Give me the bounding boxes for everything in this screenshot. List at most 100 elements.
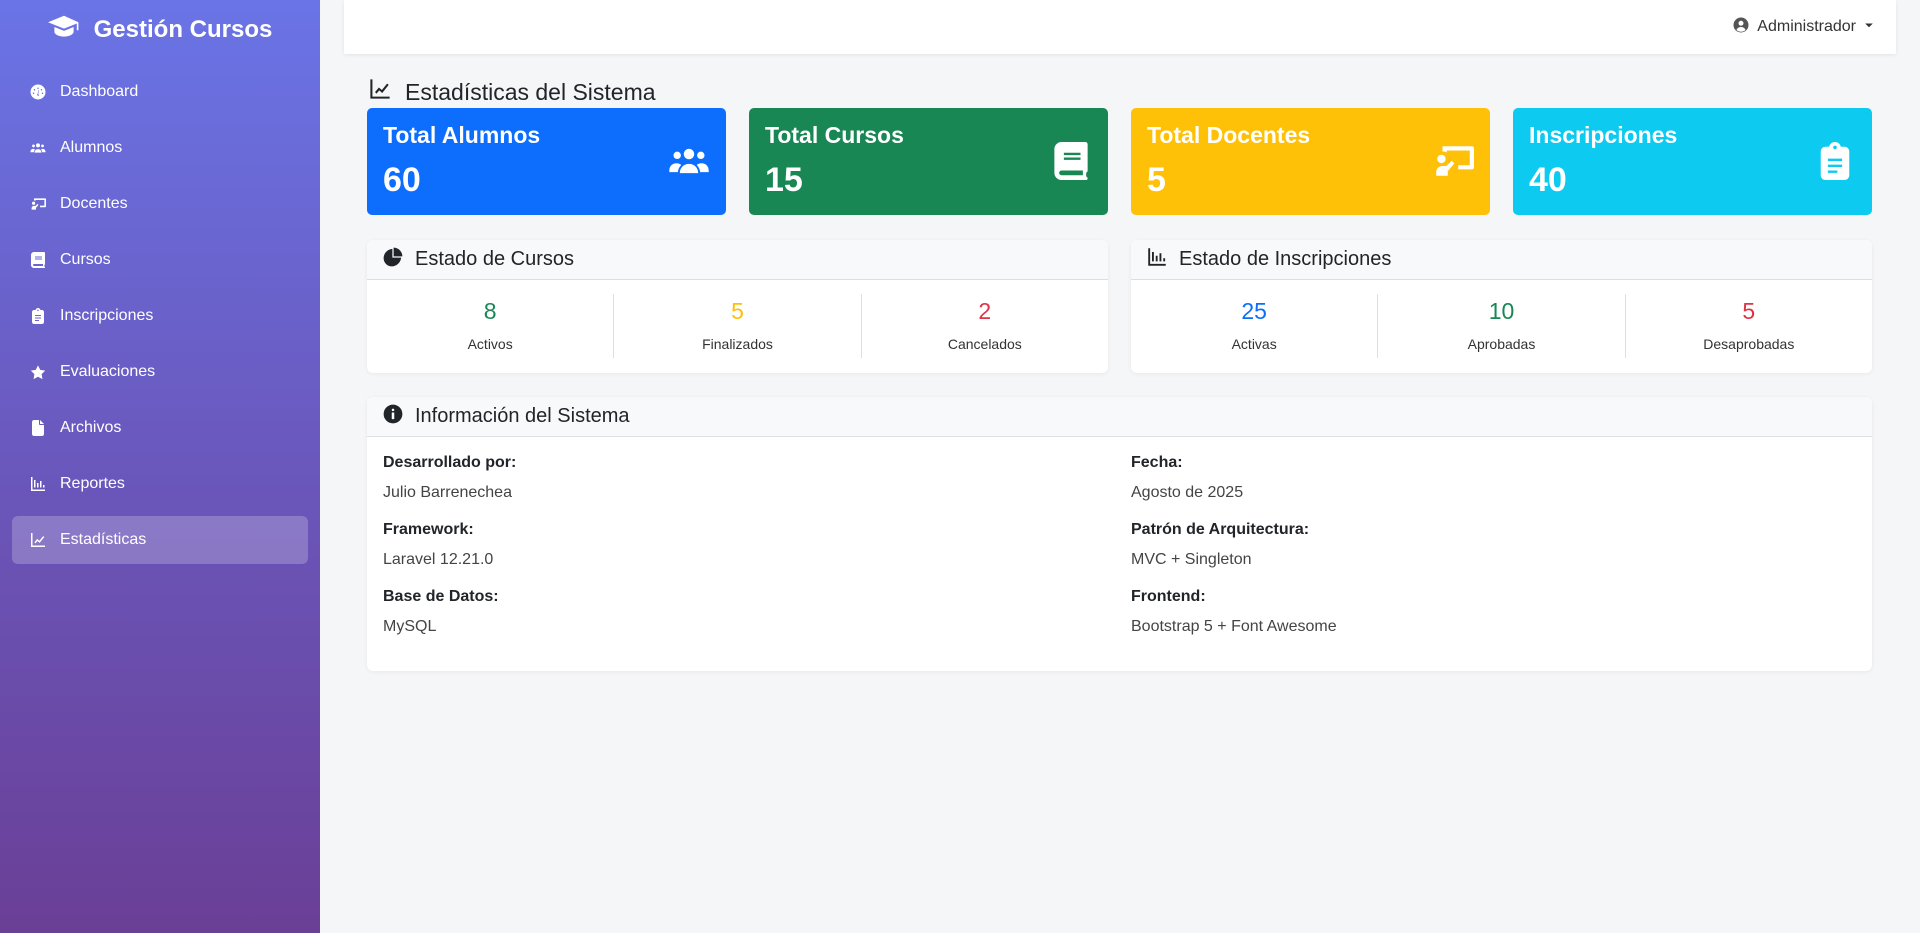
book-icon xyxy=(1050,142,1092,180)
info-key: Frontend: xyxy=(1131,588,1206,605)
panel-header: Información del Sistema xyxy=(367,397,1872,437)
user-menu[interactable]: Administrador xyxy=(1733,17,1874,38)
dashboard-icon xyxy=(28,83,48,101)
caret-down-icon xyxy=(1864,18,1874,37)
status-activas: 25 Activas xyxy=(1131,294,1379,358)
sidebar-item-label: Inscripciones xyxy=(60,307,154,324)
panel-estado-cursos: Estado de Cursos 8 Activos 5 Finalizados… xyxy=(367,240,1108,373)
sidebar-item-estadisticas[interactable]: Estadísticas xyxy=(12,516,308,564)
sidebar-item-label: Estadísticas xyxy=(60,531,147,548)
sidebar-item-archivos[interactable]: Archivos xyxy=(12,404,308,452)
line-chart-icon xyxy=(28,531,48,549)
page-title-text: Estadísticas del Sistema xyxy=(405,78,656,105)
info-value: Agosto de 2025 xyxy=(1131,484,1244,501)
info-circle-icon xyxy=(383,404,403,430)
info-value: MVC + Singleton xyxy=(1131,551,1252,568)
stat-card-alumnos: Total Alumnos 60 xyxy=(367,108,726,215)
sidebar-item-alumnos[interactable]: Alumnos xyxy=(12,124,308,172)
panel-header: Estado de Inscripciones xyxy=(1131,240,1872,280)
pie-chart-icon xyxy=(383,247,403,273)
sidebar-item-label: Cursos xyxy=(60,251,111,268)
info-key: Base de Datos: xyxy=(383,588,499,605)
sidebar-item-dashboard[interactable]: Dashboard xyxy=(12,68,308,116)
sidebar-item-label: Archivos xyxy=(60,419,122,436)
info-value: Laravel 12.21.0 xyxy=(383,551,494,568)
info-item: Base de Datos: MySQL xyxy=(383,587,1131,654)
sidebar-item-label: Evaluaciones xyxy=(60,363,156,380)
stat-card-value: 60 xyxy=(383,161,421,199)
status-desaprobadas: 5 Desaprobadas xyxy=(1626,294,1872,358)
status-aprobadas: 10 Aprobadas xyxy=(1378,294,1626,358)
brand[interactable]: Gestión Cursos xyxy=(0,0,320,60)
status-value: 5 xyxy=(731,298,744,324)
stat-card-value: 5 xyxy=(1147,161,1166,199)
panel-title: Estado de Cursos xyxy=(415,248,574,270)
teacher-icon xyxy=(1432,142,1474,180)
status-value: 10 xyxy=(1488,298,1515,324)
stat-card-label: Total Alumnos xyxy=(383,122,541,148)
status-cancelados: 2 Cancelados xyxy=(862,294,1108,358)
stat-card-cursos: Total Cursos 15 xyxy=(749,108,1108,215)
info-key: Fecha: xyxy=(1131,454,1183,471)
bar-chart-icon xyxy=(1147,247,1167,273)
teacher-icon xyxy=(28,195,48,213)
status-value: 5 xyxy=(1742,298,1756,324)
sidebar: Gestión Cursos Dashboard Alumnos Docente… xyxy=(0,0,320,933)
info-key: Desarrollado por: xyxy=(383,454,517,471)
status-label: Activas xyxy=(1231,336,1277,352)
stat-card-label: Total Cursos xyxy=(765,122,904,148)
status-value: 2 xyxy=(978,298,992,324)
clipboard-icon xyxy=(28,307,48,325)
book-icon xyxy=(28,251,48,269)
info-value: MySQL xyxy=(383,618,437,635)
info-item: Desarrollado por: Julio Barrenechea xyxy=(383,453,1131,520)
users-icon xyxy=(668,142,710,180)
panel-title: Estado de Inscripciones xyxy=(1179,248,1392,270)
info-item: Frontend: Bootstrap 5 + Font Awesome xyxy=(1131,587,1856,654)
sidebar-item-cursos[interactable]: Cursos xyxy=(12,236,308,284)
bar-chart-icon xyxy=(28,475,48,493)
status-row: 8 Activos 5 Finalizados 2 Cancelados xyxy=(367,280,1108,358)
star-icon xyxy=(28,363,48,381)
status-value: 8 xyxy=(483,298,497,324)
sidebar-nav: Dashboard Alumnos Docentes Cursos Inscri… xyxy=(0,60,320,564)
sidebar-item-label: Docentes xyxy=(60,195,128,212)
panel-info-sistema: Información del Sistema Desarrollado por… xyxy=(367,397,1872,671)
sidebar-item-evaluaciones[interactable]: Evaluaciones xyxy=(12,348,308,396)
sidebar-item-docentes[interactable]: Docentes xyxy=(12,180,308,228)
info-item: Framework: Laravel 12.21.0 xyxy=(383,520,1131,587)
info-item: Fecha: Agosto de 2025 xyxy=(1131,453,1856,520)
topbar: Administrador xyxy=(344,0,1896,54)
sidebar-item-label: Alumnos xyxy=(60,139,123,156)
info-value: Julio Barrenechea xyxy=(383,484,512,501)
panel-estado-inscripciones: Estado de Inscripciones 25 Activas 10 Ap… xyxy=(1131,240,1872,373)
status-label: Activos xyxy=(467,336,513,352)
status-finalizados: 5 Finalizados xyxy=(614,294,862,358)
stat-card-docentes: Total Docentes 5 xyxy=(1131,108,1490,215)
brand-title: Gestión Cursos xyxy=(93,16,273,43)
sidebar-item-label: Reportes xyxy=(60,475,125,492)
info-key: Framework: xyxy=(383,521,474,538)
stat-card-inscripciones: Inscripciones 40 xyxy=(1513,108,1872,215)
sidebar-item-reportes[interactable]: Reportes xyxy=(12,460,308,508)
status-label: Cancelados xyxy=(947,336,1022,352)
status-activos: 8 Activos xyxy=(367,294,615,358)
stat-card-value: 40 xyxy=(1529,161,1567,199)
users-icon xyxy=(28,139,48,157)
graduation-cap-icon xyxy=(47,14,80,47)
stat-card-label: Total Docentes xyxy=(1147,122,1311,148)
sidebar-item-inscripciones[interactable]: Inscripciones xyxy=(12,292,308,340)
status-label: Finalizados xyxy=(702,336,773,352)
sidebar-item-label: Dashboard xyxy=(60,83,139,100)
user-circle-icon xyxy=(1733,17,1749,38)
status-value: 25 xyxy=(1241,298,1267,324)
file-icon xyxy=(28,419,48,437)
stat-card-value: 15 xyxy=(765,161,803,199)
clipboard-icon xyxy=(1814,142,1856,180)
info-key: Patrón de Arquitectura: xyxy=(1131,521,1310,538)
status-row: 25 Activas 10 Aprobadas 5 Desaprobadas xyxy=(1131,280,1872,358)
info-grid: Desarrollado por: Julio Barrenechea Fech… xyxy=(367,437,1872,654)
user-name: Administrador xyxy=(1757,18,1856,35)
status-label: Desaprobadas xyxy=(1703,336,1795,352)
stat-card-label: Inscripciones xyxy=(1529,122,1678,148)
